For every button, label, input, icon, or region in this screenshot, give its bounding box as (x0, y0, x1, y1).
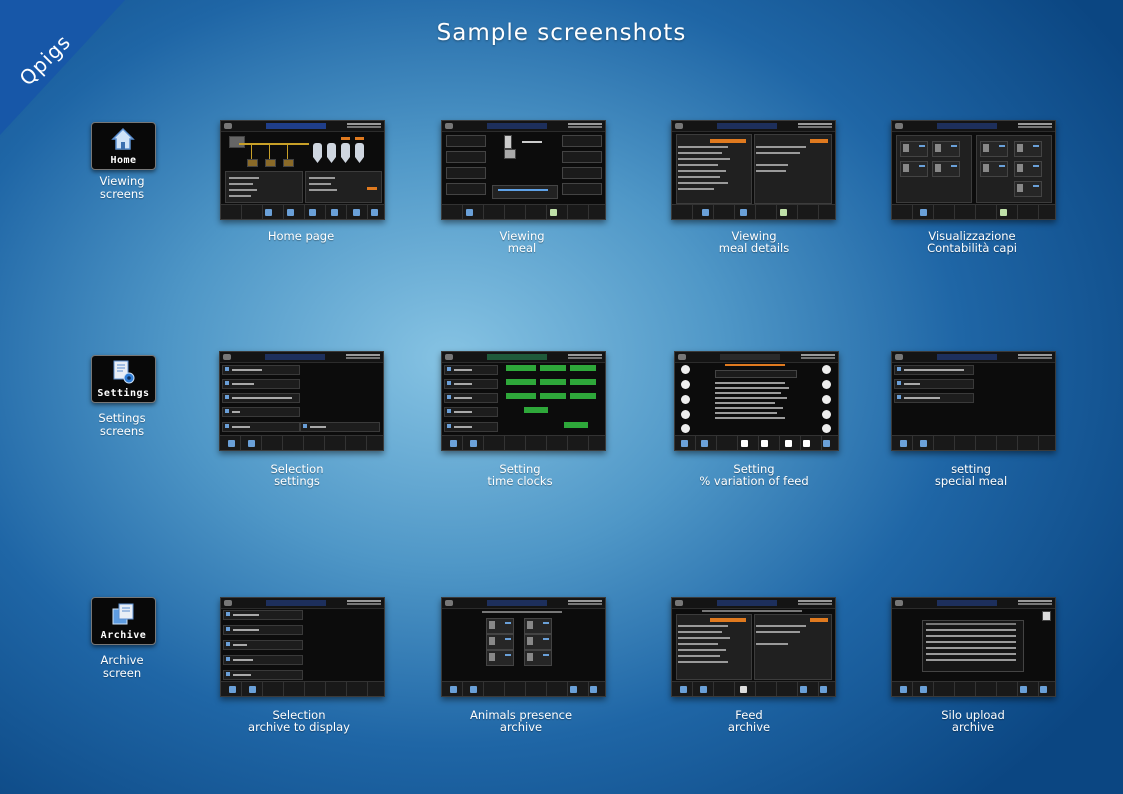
screenshot-silo-upload-archive[interactable] (891, 597, 1056, 697)
caption-viewing-meal-details: Viewing meal details (718, 229, 790, 255)
settings-document-icon (113, 360, 135, 384)
caption-variation-of-feed: Setting% variation of feed (699, 462, 809, 488)
screenshot-time-clocks[interactable] (441, 351, 606, 451)
settings-category-button[interactable]: Settings (91, 355, 156, 403)
screenshot-special-meal[interactable] (891, 351, 1056, 451)
settings-category-label: Settings (97, 388, 150, 399)
caption-viewing-meal: Viewing meal (499, 229, 545, 255)
caption-selection-settings: Selection settings (270, 462, 324, 488)
screenshot-selection-settings[interactable] (219, 351, 384, 451)
caption-selection-archive: Selection archive to display (248, 708, 350, 734)
page-title: Sample screenshots (436, 20, 687, 46)
screenshot-home-page[interactable] (220, 120, 385, 220)
screenshot-animals-presence-archive[interactable] (441, 597, 606, 697)
viewing-screens-caption: Viewing screens (99, 174, 145, 201)
home-category-label: Home (110, 155, 137, 166)
archive-category-label: Archive (100, 630, 147, 641)
home-category-button[interactable]: Home (91, 122, 156, 170)
screenshot-viewing-meal[interactable] (441, 120, 606, 220)
caption-animals-presence-archive: Animals presence archive (469, 708, 573, 734)
caption-silo-upload-archive: Silo upload archive (941, 708, 1005, 734)
settings-screens-caption: Settings screens (98, 411, 146, 438)
caption-special-meal: setting special meal (934, 462, 1008, 488)
screenshot-viewing-meal-details[interactable] (671, 120, 836, 220)
screenshot-contabilita-capi[interactable] (891, 120, 1056, 220)
home-icon (111, 127, 135, 150)
screenshot-selection-archive[interactable] (220, 597, 385, 697)
archive-category-button[interactable]: Archive (91, 597, 156, 645)
caption-home-page: Home page (267, 229, 335, 243)
caption-feed-archive: Feed archive (727, 708, 771, 734)
caption-contabilita-capi: Visualizzazione Contabilità capi (927, 229, 1017, 255)
caption-time-clocks: Setting time clocks (487, 462, 553, 488)
screenshot-variation-of-feed[interactable] (674, 351, 839, 451)
archive-folder-icon (112, 603, 134, 625)
screenshot-feed-archive[interactable] (671, 597, 836, 697)
archive-screen-caption: Archive screen (100, 653, 144, 680)
